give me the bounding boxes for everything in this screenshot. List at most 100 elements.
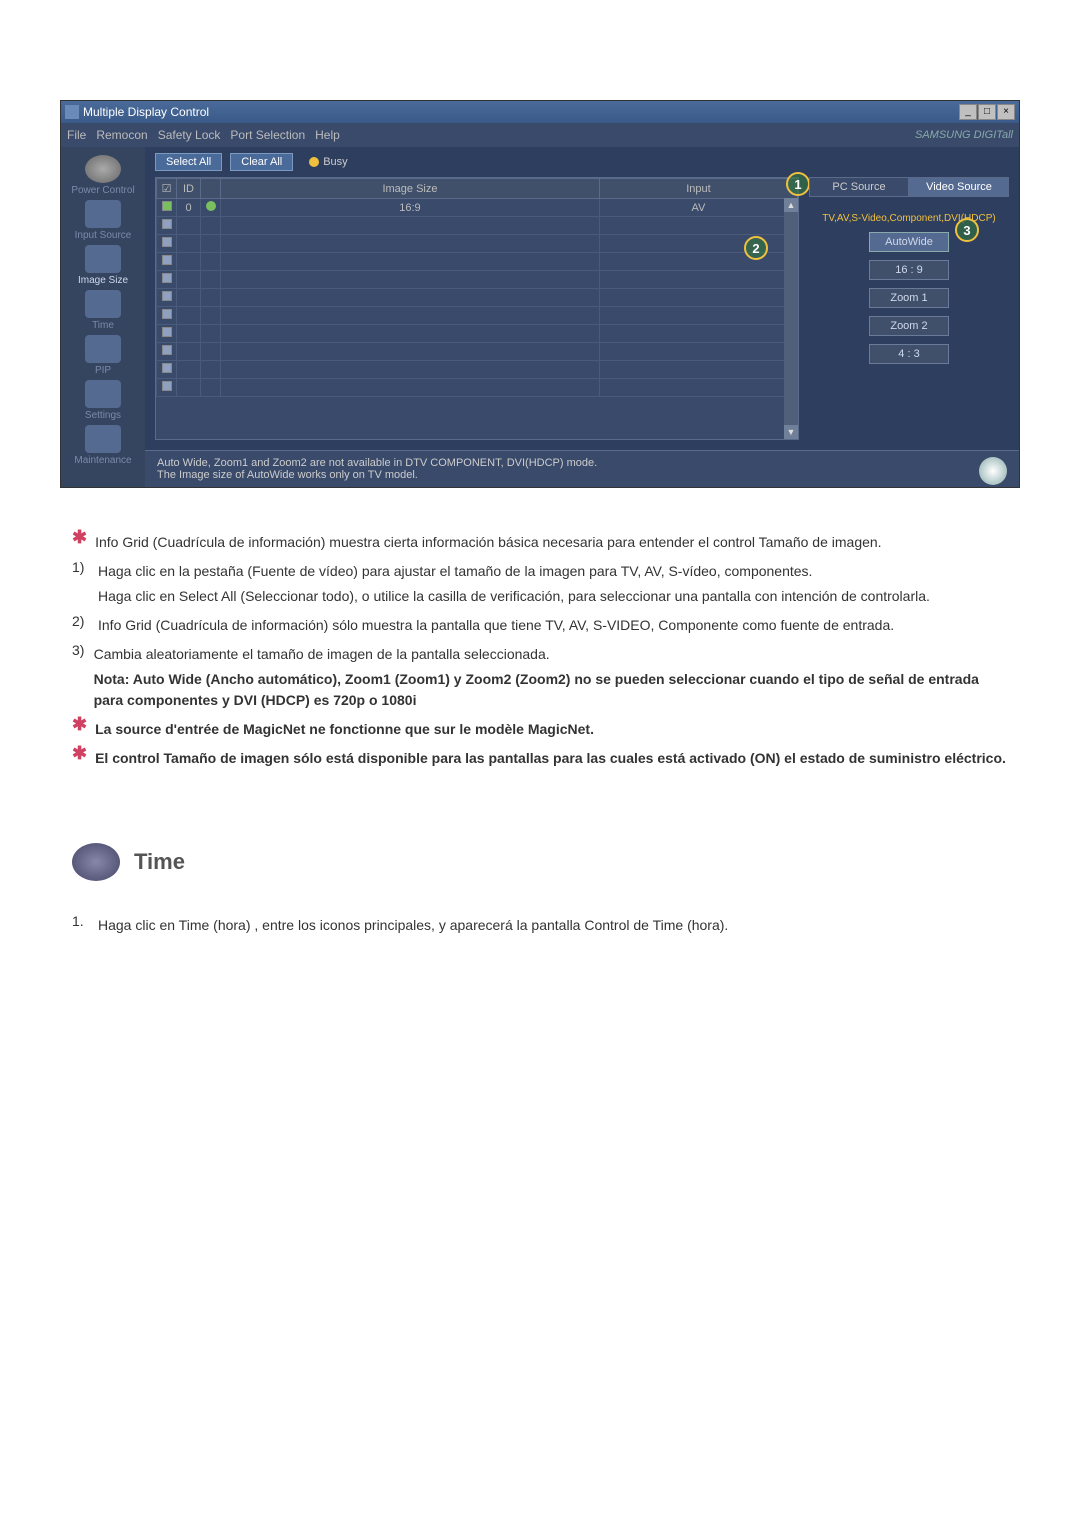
row-checkbox[interactable] bbox=[162, 291, 172, 301]
sidebar-item-power-control[interactable]: Power Control bbox=[65, 155, 141, 196]
section-title: Time bbox=[134, 849, 185, 875]
close-button[interactable]: × bbox=[997, 104, 1015, 120]
table-row[interactable] bbox=[157, 361, 798, 379]
pip-icon bbox=[85, 335, 121, 363]
col-id: ID bbox=[177, 179, 201, 199]
callout-2: 2 bbox=[744, 236, 768, 260]
row-checkbox[interactable] bbox=[162, 237, 172, 247]
doc-body: ✱ Info Grid (Cuadrícula de información) … bbox=[72, 528, 1008, 773]
doc-p3: Cambia aleatoriamente el tamaño de image… bbox=[94, 644, 1008, 665]
sidebar: Power Control Input Source Image Size Ti… bbox=[61, 147, 145, 487]
row-checkbox[interactable] bbox=[162, 309, 172, 319]
maintenance-icon bbox=[85, 425, 121, 453]
sidebar-item-time[interactable]: Time bbox=[65, 290, 141, 331]
menu-port-selection[interactable]: Port Selection bbox=[230, 128, 305, 142]
star-icon: ✱ bbox=[72, 715, 87, 733]
source-note: TV,AV,S-Video,Component,DVI(HDCP) bbox=[809, 213, 1009, 224]
window-title: Multiple Display Control bbox=[83, 105, 209, 119]
scroll-up-icon[interactable]: ▲ bbox=[784, 198, 798, 212]
app-icon bbox=[65, 105, 79, 119]
doc-star1: La source d'entrée de MagicNet ne foncti… bbox=[95, 719, 594, 740]
row-checkbox[interactable] bbox=[162, 381, 172, 391]
col-image-size: Image Size bbox=[221, 179, 600, 199]
doc-row: 3) Cambia aleatoriamente el tamaño de im… bbox=[72, 640, 1008, 715]
doc-p1a: Haga clic en la pestaña (Fuente de vídeo… bbox=[98, 561, 930, 582]
table-row[interactable] bbox=[157, 271, 798, 289]
menu-safety-lock[interactable]: Safety Lock bbox=[158, 128, 221, 142]
section-time: Time bbox=[72, 843, 1020, 881]
row-checkbox[interactable] bbox=[162, 219, 172, 229]
row-checkbox[interactable] bbox=[162, 273, 172, 283]
info-icon bbox=[979, 457, 1007, 485]
row-checkbox[interactable] bbox=[162, 255, 172, 265]
input-icon bbox=[85, 200, 121, 228]
scroll-down-icon[interactable]: ▼ bbox=[784, 425, 798, 439]
table-row[interactable] bbox=[157, 217, 798, 235]
app-window: Multiple Display Control _ □ × File Remo… bbox=[60, 100, 1020, 488]
doc-p3n: Nota: Auto Wide (Ancho automático), Zoom… bbox=[94, 669, 1008, 711]
row-checkbox[interactable] bbox=[162, 363, 172, 373]
sidebar-item-input-source[interactable]: Input Source bbox=[65, 200, 141, 241]
callout-3: 3 bbox=[955, 218, 979, 242]
callout-1: 1 bbox=[786, 172, 810, 196]
doc-row: 1) Haga clic en la pestaña (Fuente de ví… bbox=[72, 557, 1008, 611]
table-row[interactable] bbox=[157, 343, 798, 361]
sidebar-item-pip[interactable]: PIP bbox=[65, 335, 141, 376]
doc-star-row: ✱ El control Tamaño de imagen sólo está … bbox=[72, 744, 1008, 773]
power-icon bbox=[85, 155, 121, 183]
time-icon bbox=[85, 290, 121, 318]
scrollbar-vertical[interactable]: ▲ ▼ bbox=[784, 198, 798, 439]
star-icon: ✱ bbox=[72, 744, 87, 762]
table-row[interactable]: 0 16:9 AV bbox=[157, 199, 798, 217]
doc-row: 1. Haga clic en Time (hora) , entre los … bbox=[72, 911, 1008, 940]
time-icon bbox=[72, 843, 120, 881]
toolbar: Select All Clear All Busy bbox=[145, 147, 1019, 177]
maximize-button[interactable]: □ bbox=[978, 104, 996, 120]
menu-file[interactable]: File bbox=[67, 128, 86, 142]
status-bar: Auto Wide, Zoom1 and Zoom2 are not avail… bbox=[145, 450, 1019, 487]
doc-p2: Info Grid (Cuadrícula de información) só… bbox=[98, 615, 894, 636]
doc-star-row: ✱ Info Grid (Cuadrícula de información) … bbox=[72, 528, 1008, 557]
brand-label: SAMSUNG DIGITall bbox=[915, 129, 1013, 141]
doc-p0: Info Grid (Cuadrícula de información) mu… bbox=[95, 532, 881, 553]
table-row[interactable] bbox=[157, 379, 798, 397]
sidebar-item-settings[interactable]: Settings bbox=[65, 380, 141, 421]
mode-zoom1[interactable]: Zoom 1 bbox=[869, 288, 949, 308]
table-row[interactable] bbox=[157, 235, 798, 253]
doc-p1b: Haga clic en Select All (Seleccionar tod… bbox=[98, 586, 930, 607]
table-row[interactable] bbox=[157, 307, 798, 325]
minimize-button[interactable]: _ bbox=[959, 104, 977, 120]
star-icon: ✱ bbox=[72, 528, 87, 546]
select-all-button[interactable]: Select All bbox=[155, 153, 222, 171]
doc-star2: El control Tamaño de imagen sólo está di… bbox=[95, 748, 1006, 769]
table-row[interactable] bbox=[157, 325, 798, 343]
mode-4-3[interactable]: 4 : 3 bbox=[869, 344, 949, 364]
titlebar: Multiple Display Control _ □ × bbox=[61, 101, 1019, 123]
table-row[interactable] bbox=[157, 253, 798, 271]
row-checkbox[interactable] bbox=[162, 345, 172, 355]
row-checkbox[interactable] bbox=[162, 201, 172, 211]
doc-star-row: ✱ La source d'entrée de MagicNet ne fonc… bbox=[72, 715, 1008, 744]
row-checkbox[interactable] bbox=[162, 327, 172, 337]
busy-indicator: Busy bbox=[309, 156, 347, 168]
mode-zoom2[interactable]: Zoom 2 bbox=[869, 316, 949, 336]
table-row[interactable] bbox=[157, 289, 798, 307]
image-size-icon bbox=[85, 245, 121, 273]
busy-dot-icon bbox=[309, 157, 319, 167]
section-body: Haga clic en Time (hora) , entre los ico… bbox=[98, 915, 728, 936]
mode-autowide[interactable]: AutoWide bbox=[869, 232, 949, 252]
sidebar-item-image-size[interactable]: Image Size bbox=[65, 245, 141, 286]
menu-help[interactable]: Help bbox=[315, 128, 340, 142]
col-check[interactable]: ☑ bbox=[157, 179, 177, 199]
tab-video-source[interactable]: Video Source bbox=[909, 177, 1009, 197]
clear-all-button[interactable]: Clear All bbox=[230, 153, 293, 171]
status-text-2: The Image size of AutoWide works only on… bbox=[157, 469, 597, 481]
menubar: File Remocon Safety Lock Port Selection … bbox=[61, 123, 1019, 147]
menu-remocon[interactable]: Remocon bbox=[96, 128, 147, 142]
sidebar-item-maintenance[interactable]: Maintenance bbox=[65, 425, 141, 466]
status-text-1: Auto Wide, Zoom1 and Zoom2 are not avail… bbox=[157, 457, 597, 469]
doc-row: 2) Info Grid (Cuadrícula de información)… bbox=[72, 611, 1008, 640]
tab-pc-source[interactable]: PC Source bbox=[809, 177, 909, 197]
mode-16-9[interactable]: 16 : 9 bbox=[869, 260, 949, 280]
status-dot-icon bbox=[206, 201, 216, 211]
